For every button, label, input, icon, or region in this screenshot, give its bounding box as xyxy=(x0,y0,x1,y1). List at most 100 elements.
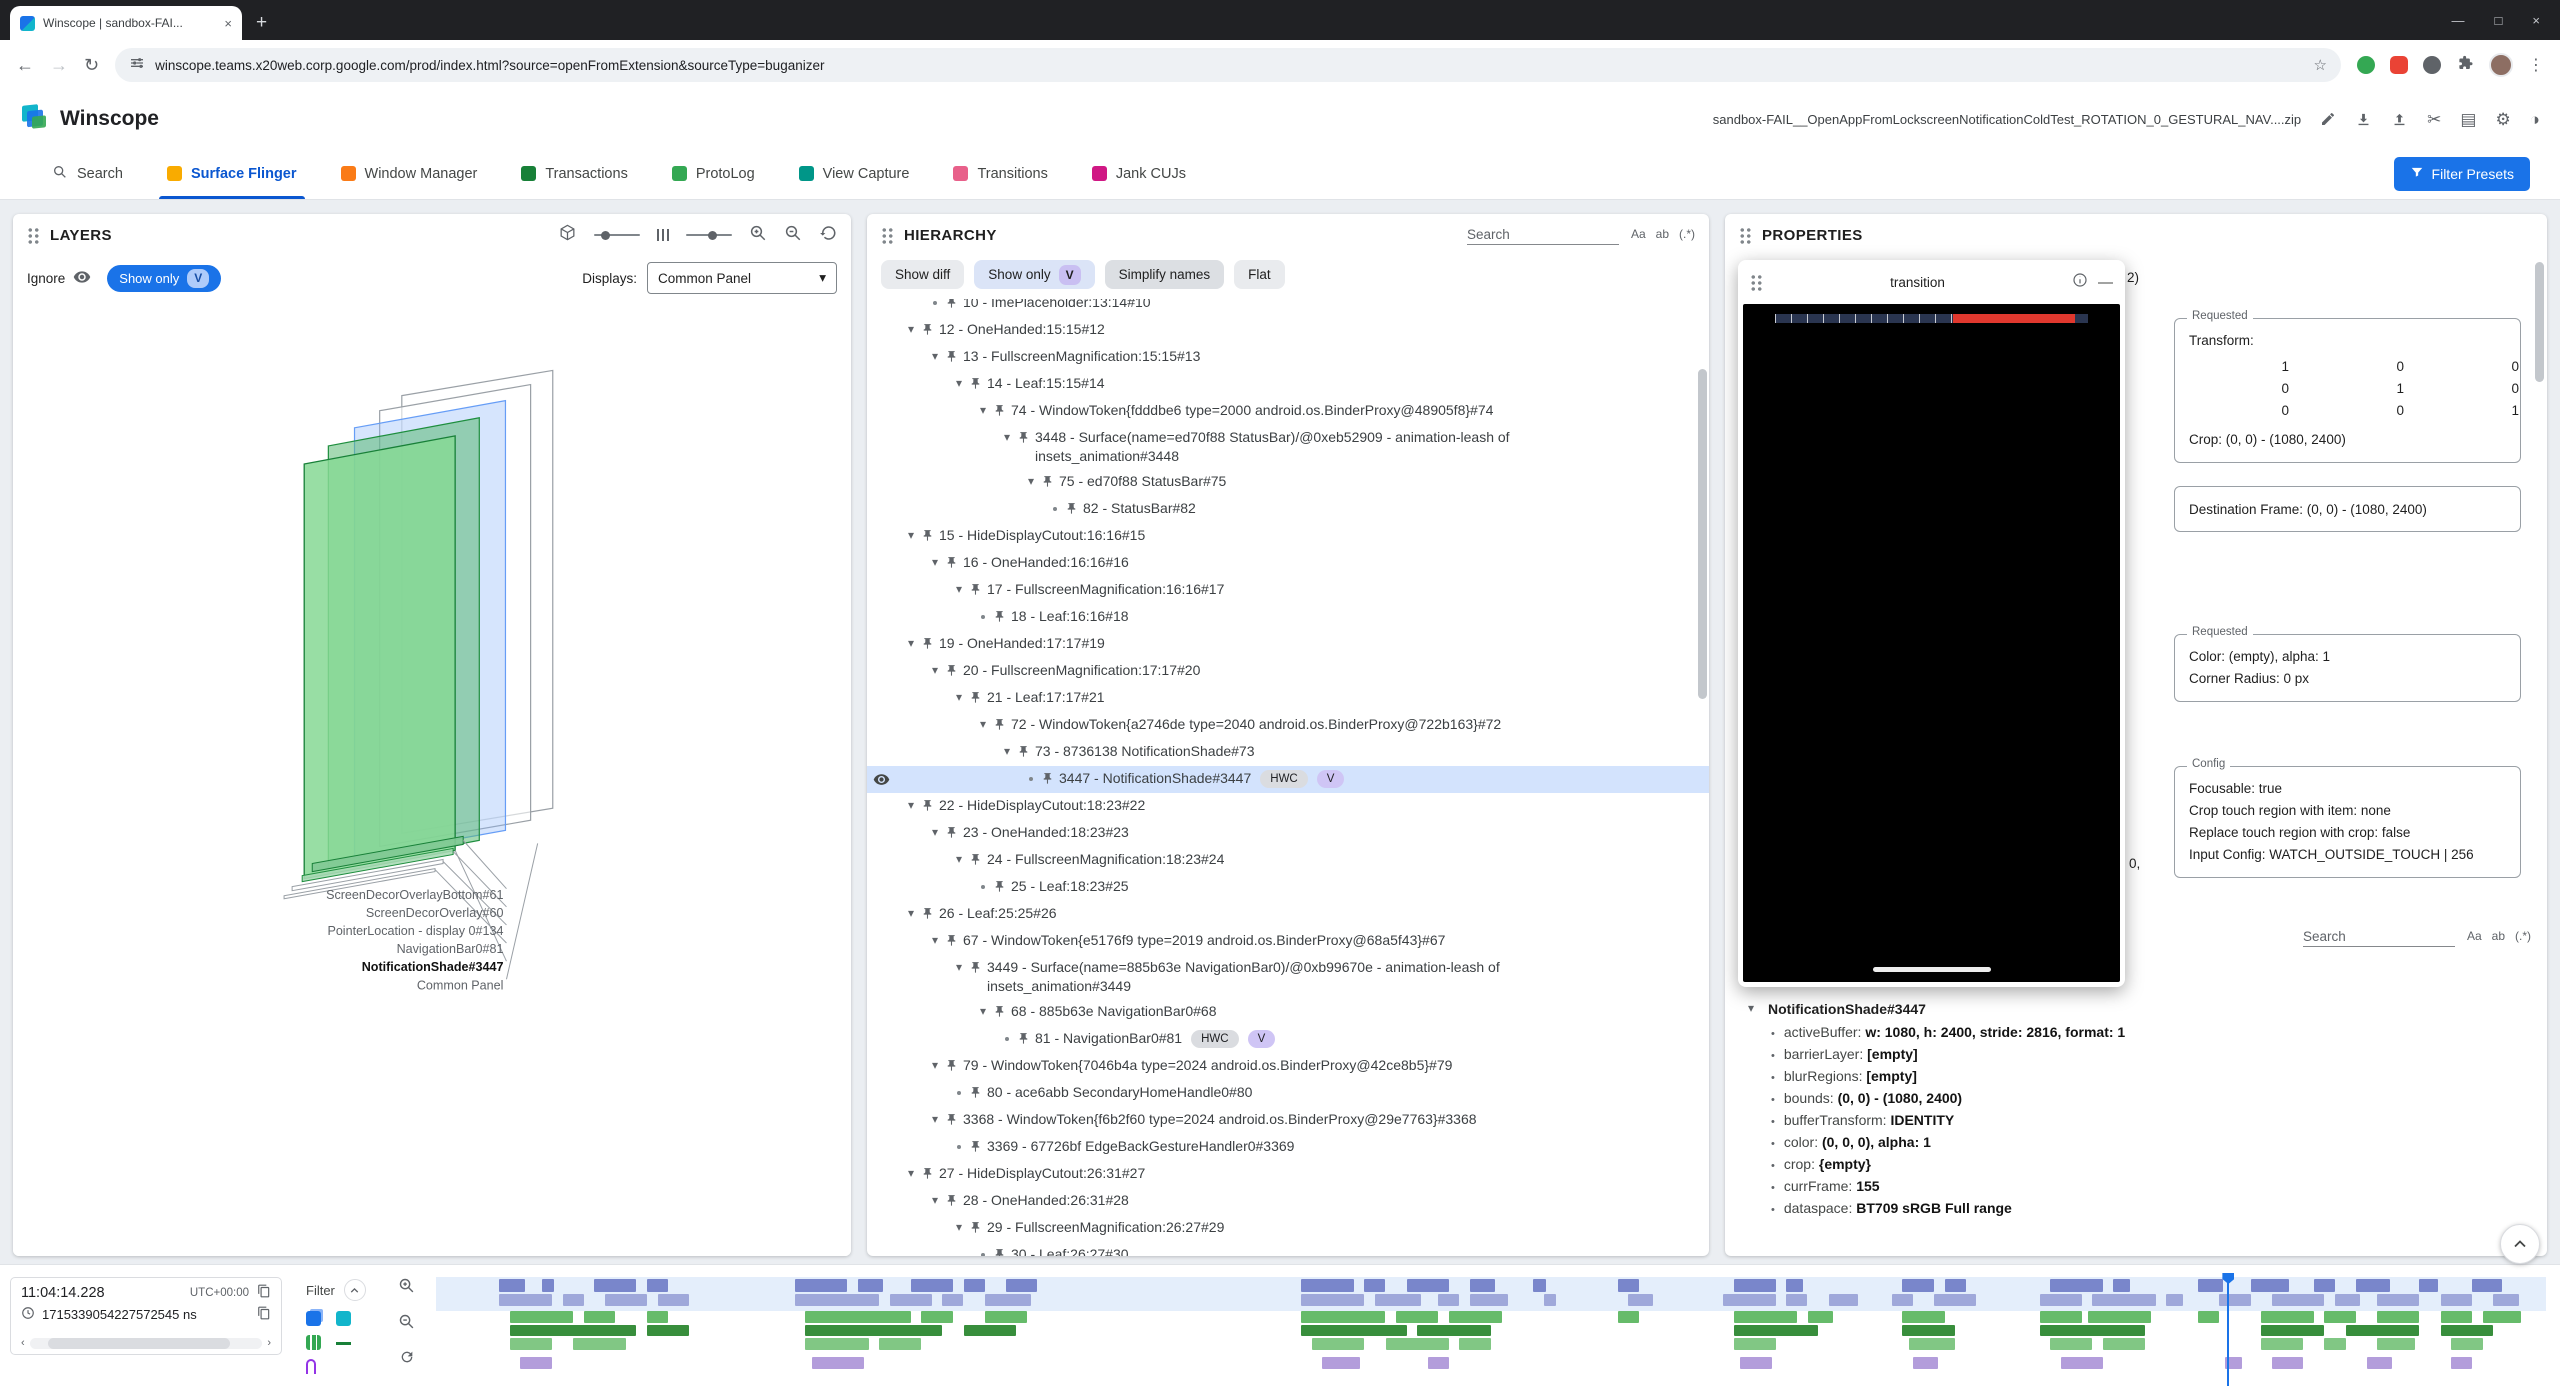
timeline-event[interactable] xyxy=(1301,1325,1407,1336)
expand-arrow-icon[interactable]: ▾ xyxy=(901,796,921,815)
back-icon[interactable]: ← xyxy=(16,55,34,76)
puzzle-icon[interactable] xyxy=(2456,54,2474,77)
pin-icon[interactable] xyxy=(1017,1029,1035,1050)
pin-icon[interactable] xyxy=(1041,769,1059,790)
expand-arrow-icon[interactable]: ▾ xyxy=(949,688,969,707)
tree-node[interactable]: 18 - Leaf:16:16#18 xyxy=(867,604,1709,631)
tree-node[interactable]: ▾12 - OneHanded:15:15#12 xyxy=(867,317,1709,344)
timeline-event[interactable] xyxy=(1312,1338,1365,1350)
property-row[interactable]: •blurRegions: [empty] xyxy=(1741,1065,2531,1087)
timeline-event[interactable] xyxy=(911,1279,953,1292)
layer-label[interactable]: ScreenDecorOverlayBottom#61 xyxy=(326,888,503,902)
tree-node[interactable]: ▾17 - FullscreenMagnification:16:16#17 xyxy=(867,577,1709,604)
timeline-event[interactable] xyxy=(890,1294,932,1306)
forward-icon[interactable]: → xyxy=(50,55,68,76)
timeline-event[interactable] xyxy=(2441,1311,2473,1323)
timeline-event[interactable] xyxy=(1364,1279,1385,1292)
property-node-row[interactable]: ▾ NotificationShade#3447 xyxy=(1741,996,2531,1021)
layer-label[interactable]: PointerLocation - display 0#134 xyxy=(327,924,503,938)
drag-handle-icon[interactable] xyxy=(881,227,894,244)
timeline-event[interactable] xyxy=(1734,1325,1818,1336)
timeline-event[interactable] xyxy=(499,1279,524,1292)
expand-arrow-icon[interactable]: ▾ xyxy=(925,931,945,950)
nav-tab-protolog[interactable]: ProtoLog xyxy=(650,148,777,199)
timeline-event[interactable] xyxy=(1407,1279,1449,1292)
scroll-track[interactable] xyxy=(30,1338,263,1349)
layer-label-selected[interactable]: NotificationShade#3447 xyxy=(362,960,504,974)
timeline-event[interactable] xyxy=(2451,1338,2483,1350)
timeline-event[interactable] xyxy=(2261,1325,2324,1336)
scroll-left-icon[interactable]: ‹ xyxy=(21,1337,25,1349)
timeline-event[interactable] xyxy=(2040,1311,2082,1323)
timeline-event[interactable] xyxy=(2419,1279,2438,1292)
regex-icon[interactable]: (.*) xyxy=(2515,929,2531,943)
timeline-event[interactable] xyxy=(2198,1279,2223,1292)
timeline-event[interactable] xyxy=(2040,1294,2082,1306)
timeline-event[interactable] xyxy=(605,1294,647,1306)
tree-node[interactable]: ▾3449 - Surface(name=885b63e NavigationB… xyxy=(867,955,1709,999)
timeline-event[interactable] xyxy=(594,1279,636,1292)
timeline-event[interactable] xyxy=(805,1325,942,1336)
new-tab-button[interactable]: + xyxy=(256,13,267,32)
pin-icon[interactable] xyxy=(945,661,963,682)
profile-avatar[interactable] xyxy=(2489,53,2513,77)
timeline-event[interactable] xyxy=(2335,1294,2360,1306)
expand-arrow-icon[interactable]: ▾ xyxy=(949,1218,969,1237)
timeline-event[interactable] xyxy=(1734,1311,1797,1323)
tree-node[interactable]: ▾14 - Leaf:15:15#14 xyxy=(867,371,1709,398)
expand-arrow-icon[interactable]: ▾ xyxy=(997,428,1017,447)
expand-arrow-icon[interactable]: ▾ xyxy=(949,958,969,977)
property-row[interactable]: •bounds: (0, 0) - (1080, 2400) xyxy=(1741,1087,2531,1109)
timeline-event[interactable] xyxy=(1786,1294,1807,1306)
timeline-event[interactable] xyxy=(1902,1325,1955,1336)
timeline-event[interactable] xyxy=(658,1294,690,1306)
show-diff-chip[interactable]: Show diff xyxy=(881,260,964,289)
layer-spacing-icon[interactable] xyxy=(657,229,670,241)
timeline-event[interactable] xyxy=(2198,1311,2219,1323)
docs-icon[interactable]: ▤ xyxy=(2460,111,2476,128)
timeline-event[interactable] xyxy=(964,1279,985,1292)
pin-icon[interactable] xyxy=(921,634,939,655)
timeline-event[interactable] xyxy=(1740,1357,1772,1369)
tree-node[interactable]: ▾68 - 885b63e NavigationBar0#68 xyxy=(867,999,1709,1026)
timeline-event[interactable] xyxy=(1734,1279,1776,1292)
expand-arrow-icon[interactable]: ▾ xyxy=(949,850,969,869)
window-manager-trace-icon[interactable] xyxy=(336,1311,351,1326)
pin-icon[interactable] xyxy=(993,877,1011,898)
url-bar[interactable]: winscope.teams.x20web.corp.google.com/pr… xyxy=(115,48,2341,82)
pin-icon[interactable] xyxy=(921,1164,939,1185)
property-row[interactable]: •currFrame: 155 xyxy=(1741,1175,2531,1197)
tree-node[interactable]: ▾29 - FullscreenMagnification:26:27#29 xyxy=(867,1215,1709,1242)
timeline-event[interactable] xyxy=(2050,1338,2092,1350)
timeline-event[interactable] xyxy=(2356,1279,2390,1292)
drag-handle-icon[interactable] xyxy=(27,227,40,244)
info-icon[interactable] xyxy=(2072,272,2088,293)
pin-icon[interactable] xyxy=(969,1083,987,1104)
timeline-event[interactable] xyxy=(1006,1279,1038,1292)
bookmark-star-icon[interactable]: ☆ xyxy=(2314,56,2327,74)
pin-icon[interactable] xyxy=(993,715,1011,736)
extension-icon-red[interactable] xyxy=(2390,56,2408,74)
property-row[interactable]: •color: (0, 0, 0), alpha: 1 xyxy=(1741,1131,2531,1153)
tree-node[interactable]: ▾19 - OneHanded:17:17#19 xyxy=(867,631,1709,658)
tree-node[interactable]: ▾3448 - Surface(name=ed70f88 StatusBar)/… xyxy=(867,425,1709,469)
timeline-event[interactable] xyxy=(1618,1279,1639,1292)
timeline-event[interactable] xyxy=(795,1279,848,1292)
expand-arrow-icon[interactable]: ▾ xyxy=(949,374,969,393)
timeline-event[interactable] xyxy=(1386,1338,1449,1350)
timeline-event[interactable] xyxy=(858,1279,883,1292)
timeline-event[interactable] xyxy=(2346,1325,2420,1336)
tree-node[interactable]: ▾73 - 8736138 NotificationShade#73 xyxy=(867,739,1709,766)
reset-view-icon[interactable] xyxy=(819,224,837,247)
timeline-event[interactable] xyxy=(499,1294,552,1306)
property-row[interactable]: •barrierLayer: [empty] xyxy=(1741,1043,2531,1065)
timeline-event[interactable] xyxy=(510,1325,637,1336)
pin-icon[interactable] xyxy=(921,904,939,925)
timeline-event[interactable] xyxy=(2441,1294,2473,1306)
upload-icon[interactable] xyxy=(2391,111,2408,128)
timeline-event[interactable] xyxy=(942,1294,963,1306)
timeline-event[interactable] xyxy=(2314,1279,2335,1292)
browser-menu-icon[interactable]: ⋮ xyxy=(2528,55,2544,75)
timeline-event[interactable] xyxy=(573,1338,626,1350)
expand-arrow-icon[interactable]: ▾ xyxy=(973,1002,993,1021)
